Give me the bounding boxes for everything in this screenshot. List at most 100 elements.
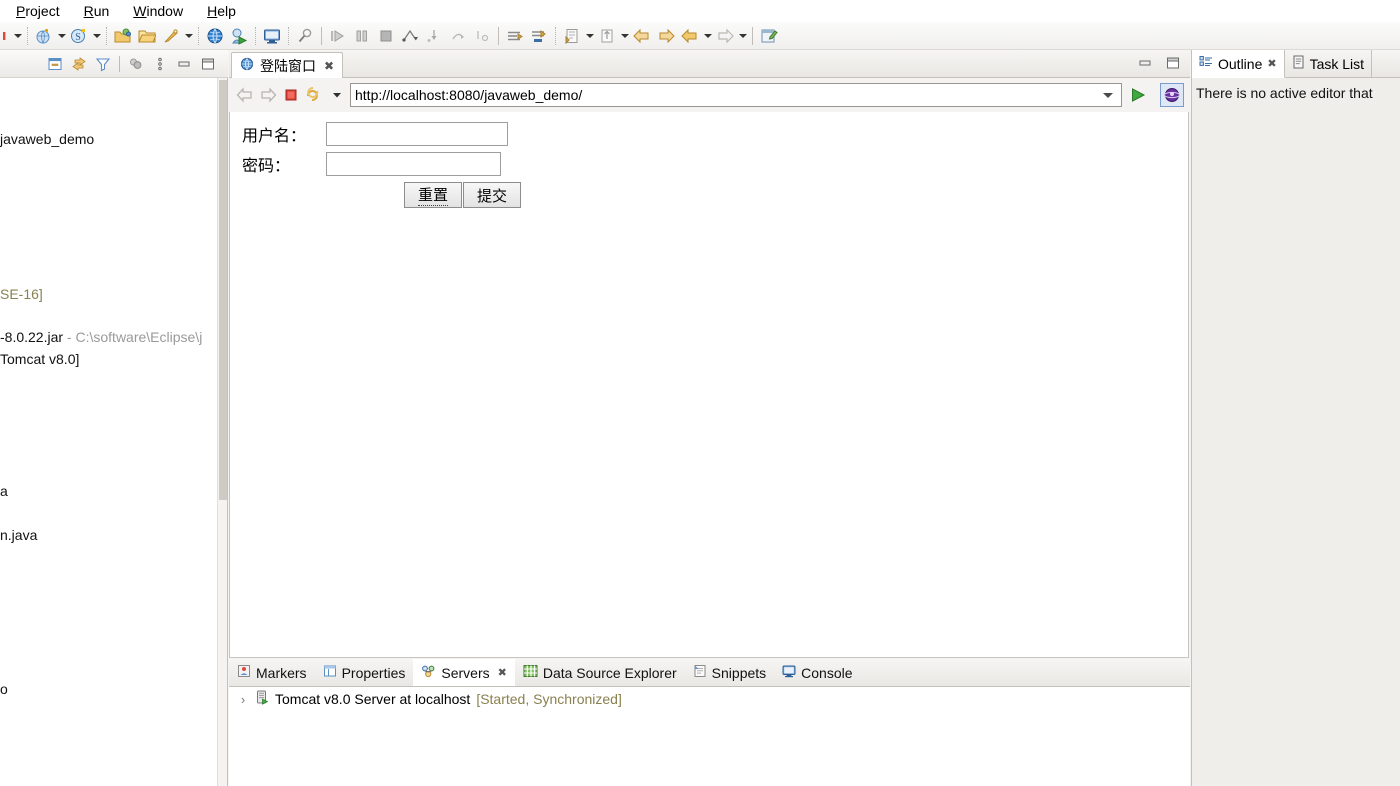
open-console-icon[interactable] bbox=[261, 25, 283, 47]
project-tree[interactable]: javaweb_demo SE-16] -8.0.22.jar - C:\sof… bbox=[0, 78, 227, 786]
forward-icon[interactable] bbox=[655, 25, 677, 47]
tab-snippets-label: Snippets bbox=[712, 665, 766, 681]
debug-step-icon[interactable] bbox=[327, 25, 349, 47]
tab-task-list-label: Task List bbox=[1310, 56, 1364, 72]
scrollbar-thumb[interactable] bbox=[219, 80, 227, 500]
tab-outline[interactable]: Outline ✖ bbox=[1192, 50, 1285, 78]
next-edit-arrow[interactable] bbox=[737, 25, 748, 47]
editor-minimize-icon[interactable] bbox=[1136, 54, 1154, 72]
next-edit-icon[interactable] bbox=[714, 25, 736, 47]
editor-maximize-icon[interactable] bbox=[1164, 54, 1182, 72]
reset-button[interactable]: 重置 bbox=[404, 182, 462, 208]
quick-fix-icon[interactable] bbox=[160, 25, 182, 47]
tree-row-jre[interactable]: SE-16] bbox=[0, 283, 43, 305]
open-task-arrow[interactable] bbox=[584, 25, 595, 47]
open-external-browser-icon[interactable] bbox=[1160, 83, 1184, 107]
minimize-icon[interactable] bbox=[172, 53, 196, 75]
run-as-server-icon[interactable] bbox=[228, 25, 250, 47]
new-dropdown-arrow[interactable] bbox=[12, 25, 23, 47]
quick-fix-arrow[interactable] bbox=[183, 25, 194, 47]
menu-mnemonic-project: P bbox=[16, 3, 25, 19]
tree-row-project[interactable]: javaweb_demo bbox=[0, 128, 94, 150]
pause-icon[interactable] bbox=[351, 25, 373, 47]
step-return-icon[interactable] bbox=[447, 25, 469, 47]
toolbar-separator-6 bbox=[321, 27, 322, 45]
new-scrapbook-arrow[interactable] bbox=[91, 25, 102, 47]
stop-icon[interactable] bbox=[375, 25, 397, 47]
forward-history-arrow[interactable] bbox=[619, 25, 630, 47]
tree-row-java-file[interactable]: n.java bbox=[0, 524, 37, 546]
link-with-editor-icon[interactable] bbox=[67, 53, 91, 75]
working-sets-icon[interactable] bbox=[124, 53, 148, 75]
submit-button[interactable]: 提交 bbox=[463, 182, 521, 208]
open-folder-icon[interactable] bbox=[136, 25, 158, 47]
forward-arrow-icon[interactable] bbox=[258, 83, 278, 107]
filter-icon[interactable] bbox=[91, 53, 115, 75]
previous-edit-arrow[interactable] bbox=[702, 25, 713, 47]
forward-history-icon[interactable] bbox=[596, 25, 618, 47]
tree-row-file-a[interactable]: a bbox=[0, 480, 8, 502]
outline-close-icon[interactable]: ✖ bbox=[1267, 57, 1276, 70]
open-type-icon[interactable] bbox=[112, 25, 134, 47]
menu-item-help[interactable]: Help bbox=[195, 0, 248, 22]
new-java-project-icon[interactable] bbox=[33, 25, 55, 47]
editor-tab-login-window[interactable]: 登陆窗口 ✖ bbox=[231, 52, 343, 78]
tree-row-jar[interactable]: -8.0.22.jar - C:\software\Eclipse\j bbox=[0, 326, 202, 348]
password-input[interactable] bbox=[326, 152, 501, 176]
tab-properties[interactable]: Properties bbox=[315, 659, 414, 686]
tree-row-file-o[interactable]: o bbox=[0, 678, 8, 700]
go-play-icon[interactable] bbox=[1126, 83, 1150, 107]
maximize-icon[interactable] bbox=[196, 53, 220, 75]
previous-edit-icon[interactable] bbox=[679, 25, 701, 47]
tab-task-list[interactable]: Task List bbox=[1285, 50, 1372, 77]
back-icon[interactable] bbox=[631, 25, 653, 47]
password-label: 密码： bbox=[242, 152, 326, 176]
form-row-username: 用户名： bbox=[242, 122, 1176, 146]
menu-label-window: indow bbox=[147, 3, 184, 19]
project-tree-scrollbar[interactable] bbox=[217, 78, 227, 786]
chevron-down-icon[interactable] bbox=[1103, 93, 1113, 98]
servers-view-body: › Tomcat v8.0 Server at localhost [Start… bbox=[229, 687, 1190, 786]
tree-row-runtime[interactable]: Tomcat v8.0] bbox=[0, 348, 79, 370]
tab-snippets[interactable]: Snippets bbox=[685, 659, 774, 686]
next-annotation-icon[interactable] bbox=[504, 25, 526, 47]
main-toolbar: S bbox=[0, 22, 1400, 50]
servers-close-icon[interactable]: ✖ bbox=[498, 666, 507, 679]
open-web-browser-icon[interactable] bbox=[204, 25, 226, 47]
menu-item-run[interactable]: Run bbox=[72, 0, 122, 22]
search-icon[interactable] bbox=[294, 25, 316, 47]
view-menu-icon[interactable] bbox=[148, 53, 172, 75]
tab-markers[interactable]: Markers bbox=[229, 659, 315, 686]
server-icon bbox=[255, 690, 269, 708]
refresh-icon[interactable] bbox=[304, 83, 324, 107]
new-java-project-arrow[interactable] bbox=[56, 25, 67, 47]
menu-item-window[interactable]: Window bbox=[121, 0, 195, 22]
tab-data-source-explorer[interactable]: Data Source Explorer bbox=[515, 659, 685, 686]
url-input[interactable]: http://localhost:8080/javaweb_demo/ bbox=[350, 83, 1122, 107]
right-panel-tabs: Outline ✖ Task List bbox=[1192, 50, 1400, 78]
new-wizard-icon[interactable] bbox=[3, 25, 11, 47]
project-explorer-panel: javaweb_demo SE-16] -8.0.22.jar - C:\sof… bbox=[0, 50, 228, 786]
open-task-icon[interactable] bbox=[561, 25, 583, 47]
expand-twisty-icon[interactable]: › bbox=[237, 692, 249, 707]
tree-label-file-a: a bbox=[0, 483, 8, 499]
menu-item-project[interactable]: Project bbox=[4, 0, 72, 22]
step-over-icon[interactable] bbox=[399, 25, 421, 47]
tree-label-runtime: Tomcat v8.0] bbox=[0, 351, 79, 367]
markers-icon bbox=[237, 664, 251, 681]
browser-dropdown-icon[interactable] bbox=[327, 83, 347, 107]
tab-servers[interactable]: Servers ✖ bbox=[413, 659, 514, 686]
new-scrapbook-icon[interactable]: S bbox=[68, 25, 90, 47]
close-icon[interactable]: ✖ bbox=[324, 59, 334, 73]
drop-to-frame-icon[interactable] bbox=[471, 25, 493, 47]
back-arrow-icon[interactable] bbox=[235, 83, 255, 107]
previous-annotation-icon[interactable] bbox=[528, 25, 550, 47]
username-input[interactable] bbox=[326, 122, 508, 146]
tree-label-jar-path: - C:\software\Eclipse\j bbox=[63, 329, 202, 345]
step-into-icon[interactable] bbox=[423, 25, 445, 47]
collapse-all-icon[interactable] bbox=[43, 53, 67, 75]
server-tree-row[interactable]: › Tomcat v8.0 Server at localhost [Start… bbox=[229, 687, 1190, 711]
new-editor-icon[interactable] bbox=[758, 25, 780, 47]
tab-console[interactable]: Console bbox=[774, 659, 860, 686]
stop-icon[interactable] bbox=[281, 83, 301, 107]
